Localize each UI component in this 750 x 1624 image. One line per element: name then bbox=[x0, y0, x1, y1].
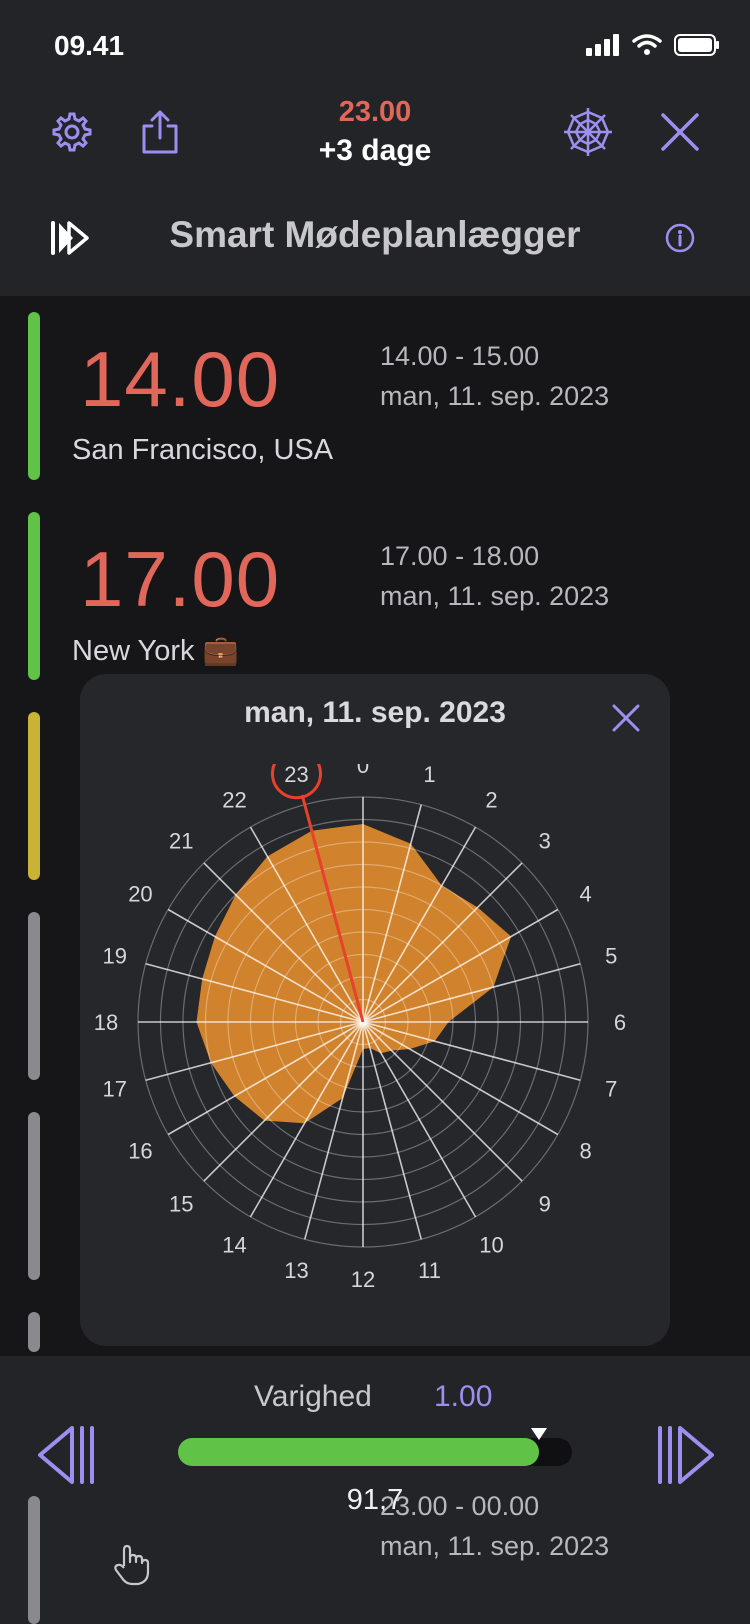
rewind-button[interactable] bbox=[34, 1420, 104, 1490]
slider-thumb[interactable] bbox=[531, 1428, 548, 1440]
radar-hour-label: 15 bbox=[169, 1192, 193, 1217]
info-icon bbox=[665, 223, 695, 253]
header-days-offset: +3 dage bbox=[318, 134, 432, 167]
status-icons bbox=[586, 34, 720, 56]
close-button[interactable] bbox=[652, 104, 708, 160]
radar-hour-label: 14 bbox=[222, 1233, 246, 1258]
row-indicator bbox=[28, 1112, 40, 1280]
row-range: 17.00 - 18.00 man, 11. sep. 2023 bbox=[380, 536, 609, 616]
row-indicator bbox=[28, 1496, 40, 1624]
row-time: 14.00 bbox=[80, 335, 281, 423]
row-city: San Francisco, USA bbox=[72, 434, 334, 466]
radar-hour-label: 4 bbox=[579, 882, 591, 907]
row-date: man, 11. sep. 2023 bbox=[380, 581, 610, 611]
radar-spoke bbox=[362, 1021, 477, 1218]
row-indicator bbox=[28, 512, 40, 680]
fast-forward-icon bbox=[658, 1426, 714, 1484]
radar-hour-label: 21 bbox=[169, 828, 193, 853]
spiderweb-icon bbox=[564, 108, 612, 156]
radar-hour-label: 22 bbox=[222, 787, 246, 812]
close-icon bbox=[612, 704, 640, 732]
hand-pointer-icon bbox=[114, 1544, 150, 1586]
radar-hour-label: 16 bbox=[128, 1139, 152, 1164]
radar-hour-label: 23 bbox=[284, 764, 308, 787]
slider-fill bbox=[178, 1438, 540, 1466]
bottom-bar: Varighed 1.00 91,7 23.00 - 00.00 man, 11… bbox=[0, 1356, 750, 1624]
radar-spoke bbox=[362, 1021, 423, 1240]
wifi-icon bbox=[632, 34, 662, 55]
radar-hour-label: 17 bbox=[103, 1077, 127, 1102]
row-indicator bbox=[28, 1312, 40, 1352]
radar-hour-label: 3 bbox=[539, 828, 551, 853]
slider-percent: 91,7 bbox=[346, 1484, 404, 1516]
radar-hour-label: 10 bbox=[479, 1233, 503, 1258]
radar-hour-label: 11 bbox=[418, 1258, 441, 1283]
row-range: 14.00 - 15.00 man, 11. sep. 2023 bbox=[380, 336, 609, 416]
radar-hour-label: 2 bbox=[485, 787, 497, 812]
status-time: 09.41 bbox=[54, 30, 125, 61]
rewind-icon bbox=[38, 1426, 94, 1484]
signal-icon bbox=[586, 34, 619, 56]
row-time-range: 17.00 - 18.00 bbox=[380, 541, 540, 571]
radar-hour-label: 5 bbox=[605, 943, 617, 968]
radar-hour-label: 18 bbox=[94, 1010, 118, 1035]
duration-label: Varighed bbox=[254, 1380, 372, 1413]
radar-hour-label: 8 bbox=[579, 1139, 591, 1164]
spiderweb-button[interactable] bbox=[560, 104, 616, 160]
row-indicator bbox=[28, 912, 40, 1080]
radar-hour-label: 7 bbox=[605, 1077, 617, 1102]
row-date: man, 11. sep. 2023 bbox=[380, 1531, 610, 1561]
duration-value[interactable]: 1.00 bbox=[434, 1380, 492, 1414]
radar-hour-label: 9 bbox=[539, 1192, 551, 1217]
hour-radar-chart[interactable]: 0 1234567891011121314151617181920212223 bbox=[80, 764, 670, 1324]
hand-pointer-button[interactable] bbox=[112, 1544, 156, 1588]
radar-hour-label: 6 bbox=[614, 1010, 626, 1035]
close-icon bbox=[661, 113, 699, 151]
radar-spoke bbox=[362, 1021, 559, 1136]
radar-spoke bbox=[362, 1021, 523, 1182]
top-header: 09.41 23.00 +3 dage Smart Mødeplanlægger bbox=[0, 0, 750, 296]
radar-hour-label: 19 bbox=[103, 943, 127, 968]
radar-hour-label: 20 bbox=[128, 882, 152, 907]
row-indicator bbox=[28, 712, 40, 880]
row-indicator bbox=[28, 312, 40, 480]
popup-close-button[interactable] bbox=[604, 696, 648, 740]
radar-hour-label: 0 bbox=[357, 764, 369, 778]
list-item[interactable]: 14.00 14.00 - 15.00 man, 11. sep. 2023 S… bbox=[0, 312, 750, 482]
row-city: New York 💼 bbox=[72, 635, 239, 667]
row-time: 17.00 bbox=[80, 535, 281, 623]
radar-hour-label: 12 bbox=[351, 1267, 375, 1292]
info-button[interactable] bbox=[652, 210, 708, 266]
popup-date-title: man, 11. sep. 2023 bbox=[244, 696, 506, 729]
battery-icon bbox=[674, 34, 719, 56]
row-date: man, 11. sep. 2023 bbox=[380, 381, 610, 411]
forward-button[interactable] bbox=[648, 1420, 718, 1490]
duration-slider[interactable] bbox=[178, 1438, 572, 1466]
radar-spoke bbox=[362, 1021, 581, 1082]
row-time-range: 23.00 - 00.00 bbox=[380, 1491, 540, 1521]
app-title: Smart Mødeplanlægger bbox=[169, 214, 581, 255]
radar-hour-label: 1 bbox=[423, 764, 435, 787]
radar-popup: man, 11. sep. 2023 0 1 2 3 4 5 6 7 8 9 10 11 12 13 14 1… bbox=[80, 674, 670, 1346]
row-range: 23.00 - 00.00 man, 11. sep. 2023 bbox=[380, 1486, 609, 1566]
radar-area bbox=[196, 824, 512, 1124]
list-item[interactable]: 17.00 17.00 - 18.00 man, 11. sep. 2023 N… bbox=[0, 512, 750, 682]
radar-hour-label: 13 bbox=[284, 1258, 308, 1283]
row-time-range: 14.00 - 15.00 bbox=[380, 341, 540, 371]
header-time: 23.00 bbox=[338, 96, 412, 128]
